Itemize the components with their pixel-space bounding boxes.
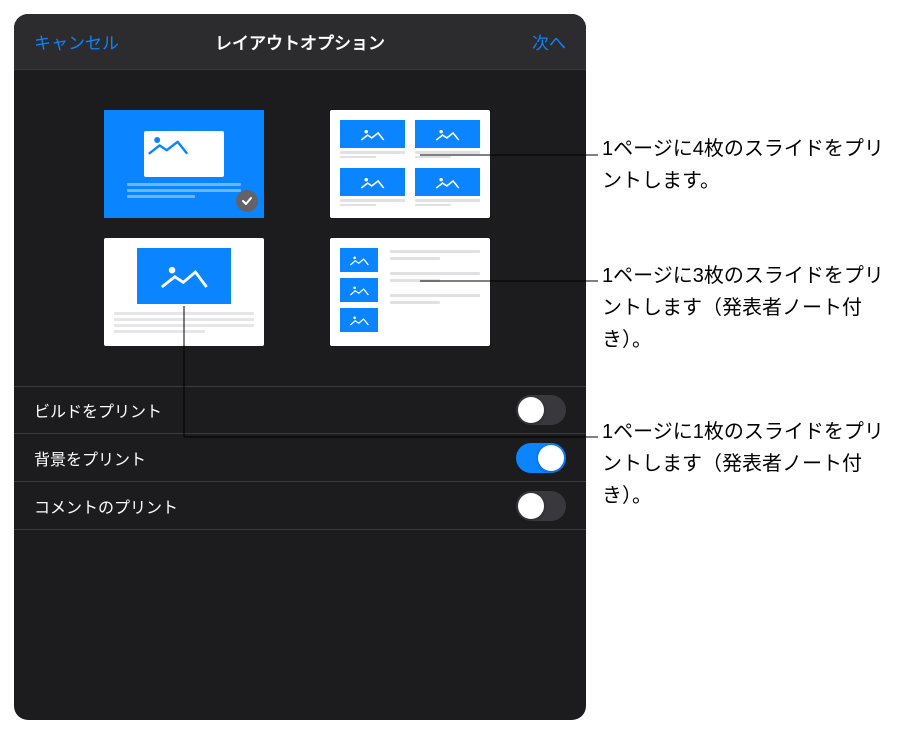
cancel-button[interactable]: キャンセル [34, 29, 119, 54]
layout-options-panel: キャンセル レイアウトオプション 次へ [14, 14, 586, 720]
next-button[interactable]: 次へ [532, 29, 566, 54]
print-builds-label: ビルドをプリント [34, 398, 162, 422]
callout-one-with-notes: 1ページに1枚のスライドをプリントします（発表者ノート付き）。 [602, 416, 902, 512]
layout-single-slide[interactable] [104, 110, 264, 218]
print-builds-row: ビルドをプリント [14, 386, 586, 434]
print-builds-toggle[interactable] [516, 395, 566, 425]
checkmark-icon [236, 190, 258, 212]
layout-grid [14, 70, 586, 374]
print-background-row: 背景をプリント [14, 434, 586, 482]
print-background-label: 背景をプリント [34, 446, 146, 470]
annotation-layer: 1ページに4枚のスライドをプリントします。 1ページに3枚のスライドをプリントし… [602, 0, 902, 734]
layout-three-with-notes[interactable] [330, 238, 490, 346]
layout-one-with-notes[interactable] [104, 238, 264, 346]
print-comments-row: コメントのプリント [14, 482, 586, 530]
callout-three-with-notes: 1ページに3枚のスライドをプリントします（発表者ノート付き）。 [602, 260, 902, 356]
layout-four-up[interactable] [330, 110, 490, 218]
print-background-toggle[interactable] [516, 443, 566, 473]
panel-title: レイアウトオプション [215, 29, 385, 54]
print-comments-toggle[interactable] [516, 491, 566, 521]
callout-four-up: 1ページに4枚のスライドをプリントします。 [602, 133, 902, 197]
print-settings: ビルドをプリント 背景をプリント コメントのプリント [14, 386, 586, 530]
print-comments-label: コメントのプリント [34, 494, 178, 518]
header-bar: キャンセル レイアウトオプション 次へ [14, 14, 586, 70]
